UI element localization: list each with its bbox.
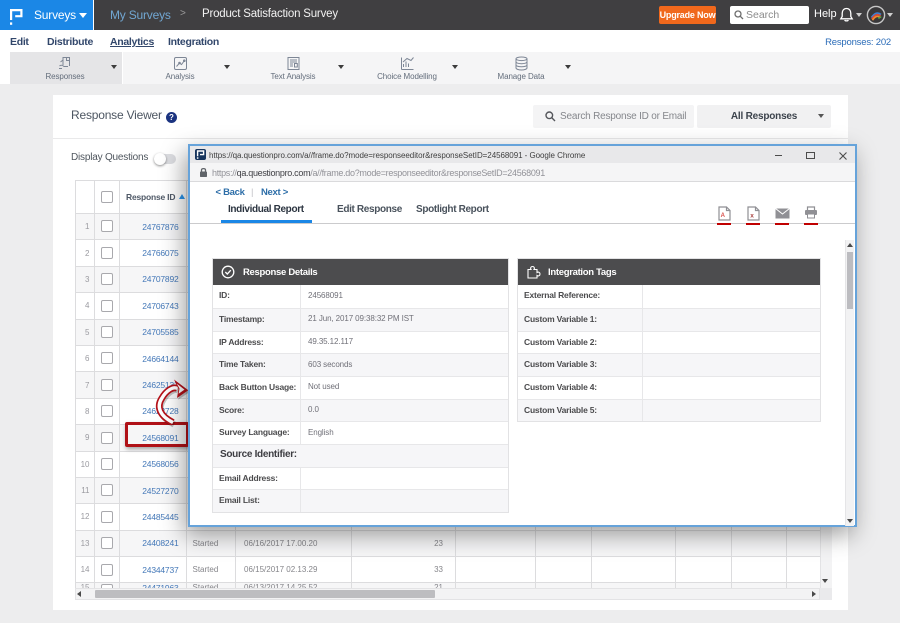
svg-text:x: x [750, 213, 754, 220]
svg-text:A: A [721, 213, 726, 219]
